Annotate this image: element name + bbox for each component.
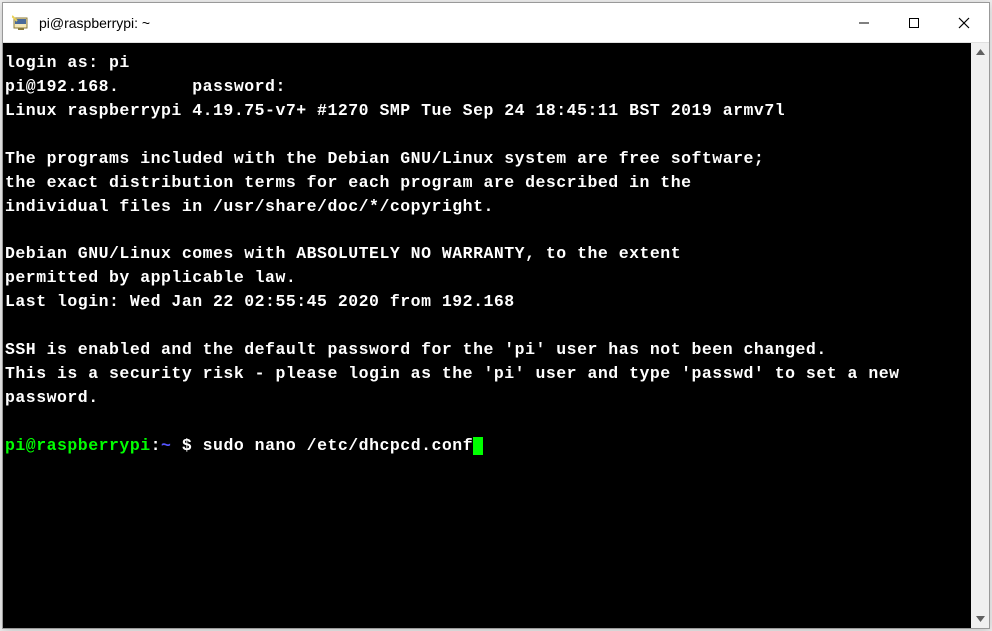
terminal-line: permitted by applicable law. (5, 268, 296, 287)
scrollbar-down-icon[interactable] (971, 610, 989, 628)
terminal-line: pi@192.168. (5, 77, 119, 96)
titlebar: pi@raspberrypi: ~ (3, 3, 989, 43)
prompt-userhost: pi@raspberrypi (5, 436, 151, 455)
prompt-dollar: $ (171, 436, 202, 455)
maximize-button[interactable] (889, 3, 939, 42)
terminal-line: The programs included with the Debian GN… (5, 149, 764, 168)
putty-icon (11, 13, 31, 33)
app-window: pi@raspberrypi: ~ login as: pi pi@192.16… (2, 2, 990, 629)
terminal[interactable]: login as: pi pi@192.168. password: Linux… (3, 43, 971, 628)
prompt-colon: : (151, 436, 161, 455)
terminal-line: Linux raspberrypi 4.19.75-v7+ #1270 SMP … (5, 101, 785, 120)
titlebar-left: pi@raspberrypi: ~ (3, 13, 839, 33)
scrollbar-up-icon[interactable] (971, 43, 989, 61)
window-title: pi@raspberrypi: ~ (39, 15, 150, 31)
terminal-line: This is a security risk - please login a… (5, 364, 910, 407)
prompt-path: ~ (161, 436, 171, 455)
terminal-line: login as: pi (5, 53, 130, 72)
terminal-container: login as: pi pi@192.168. password: Linux… (3, 43, 989, 628)
close-button[interactable] (939, 3, 989, 42)
minimize-button[interactable] (839, 3, 889, 42)
prompt-command: sudo nano /etc/dhcpcd.conf (203, 436, 473, 455)
terminal-line: the exact distribution terms for each pr… (5, 173, 692, 192)
cursor (473, 437, 483, 455)
terminal-line: SSH is enabled and the default password … (5, 340, 827, 359)
titlebar-controls (839, 3, 989, 42)
terminal-line: individual files in /usr/share/doc/*/cop… (5, 197, 494, 216)
terminal-line: password: (119, 77, 285, 96)
scrollbar[interactable] (971, 43, 989, 628)
terminal-line: Debian GNU/Linux comes with ABSOLUTELY N… (5, 244, 681, 263)
terminal-line: Last login: Wed Jan 22 02:55:45 2020 fro… (5, 292, 515, 311)
